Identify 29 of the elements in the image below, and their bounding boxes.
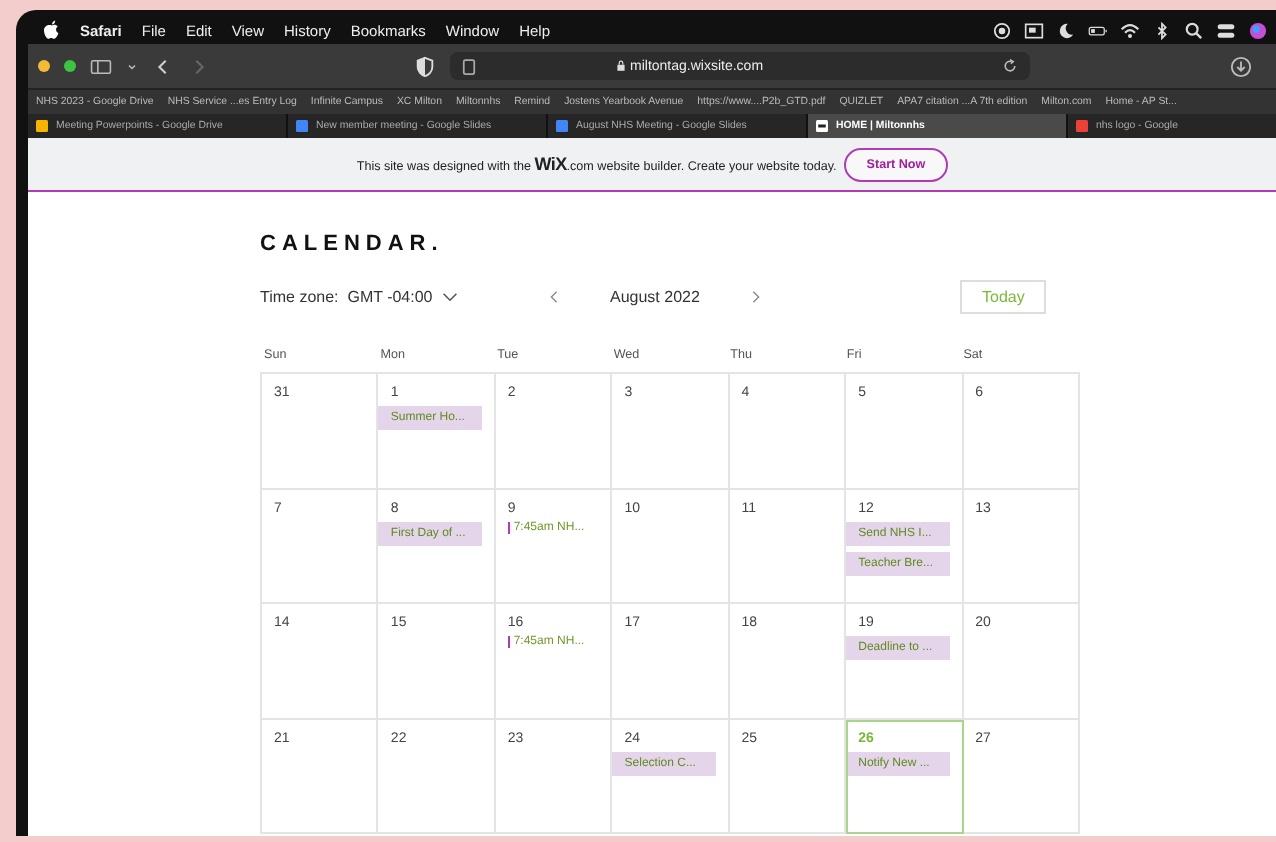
favicon-icon — [36, 120, 48, 132]
favicon-icon — [556, 120, 568, 132]
month-label: August 2022 — [610, 287, 700, 305]
shield-icon[interactable] — [414, 55, 436, 77]
download-icon[interactable] — [1230, 55, 1252, 77]
wifi-icon[interactable] — [1120, 21, 1140, 39]
previous-month-icon[interactable] — [550, 289, 558, 303]
reload-icon[interactable] — [1002, 58, 1018, 74]
lock-icon — [616, 60, 626, 72]
minimize-button[interactable] — [38, 60, 50, 72]
toggles-icon[interactable] — [1216, 21, 1236, 39]
record-icon[interactable] — [992, 21, 1012, 39]
apple-icon[interactable] — [44, 20, 60, 40]
favicon-icon — [1076, 120, 1088, 132]
battery-icon[interactable] — [1088, 21, 1108, 39]
zoom-button[interactable] — [64, 60, 76, 72]
window-icon[interactable] — [1024, 21, 1044, 39]
next-month-icon[interactable] — [751, 289, 760, 303]
timezone-dropdown[interactable]: Time zone: GMT -04:00 — [260, 287, 550, 305]
search-icon[interactable] — [1184, 21, 1204, 39]
favicon-icon — [296, 120, 308, 132]
favicon-icon — [816, 120, 828, 132]
moon-icon[interactable] — [1056, 21, 1076, 39]
bluetooth-icon[interactable] — [1152, 21, 1172, 39]
chevron-down-icon — [442, 291, 459, 301]
page-icon — [462, 57, 476, 75]
sidebar-icon[interactable] — [90, 57, 112, 75]
calendar-title: CALENDAR. — [260, 232, 446, 256]
siri-icon[interactable] — [1248, 21, 1268, 39]
